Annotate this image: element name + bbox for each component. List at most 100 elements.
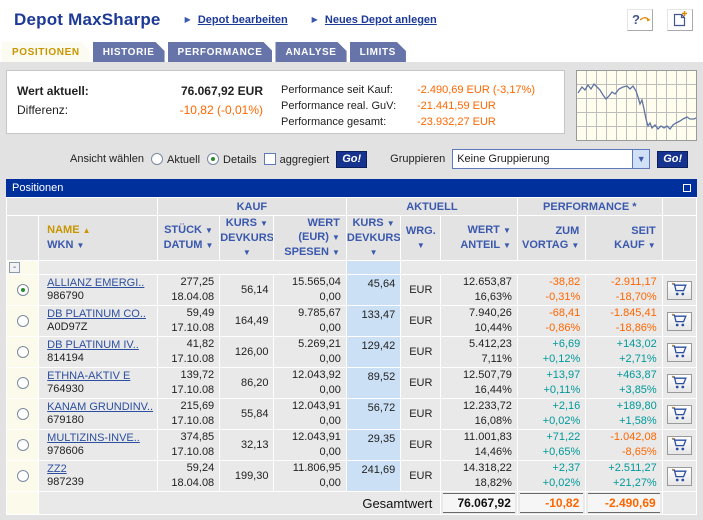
tab-historie[interactable]: HISTORIE — [93, 42, 165, 62]
sort-desc-icon[interactable]: ▼ — [206, 241, 214, 250]
page-title: Depot MaxSharpe — [14, 10, 161, 30]
sort-desc-icon[interactable]: ▼ — [370, 248, 378, 257]
radio-details[interactable]: Details — [207, 153, 257, 166]
link-label[interactable]: Neues Depot anlegen — [325, 14, 437, 26]
order-cart-button[interactable] — [667, 405, 692, 424]
cell-seit-kauf: +189,80+1,58% — [586, 399, 662, 430]
position-name-link[interactable]: DB PLATINUM IV.. — [47, 339, 139, 351]
tab-bar: POSITIONEN HISTORIE PERFORMANCE ANALYSE … — [0, 38, 703, 62]
row-select-radio[interactable] — [7, 368, 39, 399]
total-seit-kauf-cell: -2.490,69 — [586, 492, 662, 515]
order-cart-button[interactable] — [667, 343, 692, 362]
link-depot-bearbeiten[interactable]: ▶ Depot bearbeiten — [185, 14, 288, 26]
order-cart-button[interactable] — [667, 374, 692, 393]
row-select-radio[interactable] — [7, 430, 39, 461]
tab-positionen[interactable]: POSITIONEN — [2, 42, 90, 62]
sort-desc-icon[interactable]: ▼ — [648, 241, 656, 250]
positions-panel-header: Positionen — [6, 179, 697, 197]
cell-zum-vortag: +2,37+0,02% — [517, 461, 585, 492]
cell-wert-anteil: 7.940,2610,44% — [441, 306, 517, 337]
gruppieren-select[interactable]: Keine Gruppierung ▼ — [452, 149, 650, 169]
cell-cart — [662, 430, 696, 461]
cell-seit-kauf: -1.845,41-18,86% — [586, 306, 662, 337]
cell-cart — [662, 461, 696, 492]
summary-left: Wert aktuell: 76.067,92 EUR Differenz: -… — [17, 82, 269, 125]
cell-zum-vortag: -68,41-0,86% — [517, 306, 585, 337]
col-header-kurs-devkurs: KURS ▼ DEVKURS ▼ — [220, 216, 274, 261]
sort-desc-icon[interactable]: ▼ — [260, 219, 268, 228]
link-neues-depot-anlegen[interactable]: ▶ Neues Depot anlegen — [312, 14, 437, 26]
radio-selected-icon[interactable] — [207, 153, 219, 165]
sort-desc-icon[interactable]: ▼ — [77, 241, 85, 250]
tab-performance[interactable]: PERFORMANCE — [168, 42, 273, 62]
sort-desc-icon[interactable]: ▼ — [417, 241, 425, 250]
position-name-link[interactable]: ETHNA-AKTIV E — [47, 370, 130, 382]
summary-box: Wert aktuell: 76.067,92 EUR Differenz: -… — [6, 70, 565, 134]
sort-name[interactable]: NAME — [47, 224, 79, 236]
sort-desc-icon[interactable]: ▼ — [503, 226, 511, 235]
cell-cart — [662, 306, 696, 337]
collapse-panel-icon[interactable] — [683, 184, 691, 192]
chevron-down-icon[interactable]: ▼ — [632, 150, 649, 168]
position-name-link[interactable]: ZZ2 — [47, 463, 67, 475]
cell-kurs-aktuell: 29,35 — [346, 430, 400, 461]
cell-kurs-aktuell: 89,52 — [346, 368, 400, 399]
order-cart-button[interactable] — [667, 281, 692, 300]
tab-analyse[interactable]: ANALYSE — [275, 42, 346, 62]
table-row: ALLIANZ EMERGI..986790277,2518.04.0856,1… — [7, 275, 697, 306]
position-name-link[interactable]: ALLIANZ EMERGI.. — [47, 277, 144, 289]
sort-wkn[interactable]: WKN — [47, 239, 73, 251]
sort-desc-icon[interactable]: ▼ — [503, 241, 511, 250]
row-select-radio[interactable] — [7, 306, 39, 337]
cell-wert-spesen: 12.043,910,00 — [274, 399, 346, 430]
radio-details-label: Details — [223, 154, 257, 166]
new-depot-button[interactable] — [667, 9, 693, 31]
cell-stueck-datum: 41,8217.10.08 — [157, 337, 219, 368]
cell-kurs-aktuell: 241,69 — [346, 461, 400, 492]
row-select-radio[interactable] — [7, 337, 39, 368]
select-value: Keine Gruppierung — [453, 153, 632, 165]
total-cart-spacer — [662, 492, 696, 515]
checkbox-aggregiert[interactable]: aggregiert — [264, 153, 330, 166]
question-icon: ? — [632, 12, 640, 27]
checkbox-icon[interactable] — [264, 153, 276, 165]
sort-desc-icon[interactable]: ▼ — [332, 233, 340, 242]
sort-desc-icon[interactable]: ▼ — [243, 248, 251, 257]
perf-label: Performance seit Kauf: — [281, 82, 417, 98]
gruppieren-go-button[interactable]: Go! — [657, 151, 688, 168]
group-header-cart — [662, 198, 696, 216]
position-name-link[interactable]: DB PLATINUM CO.. — [47, 308, 146, 320]
cell-name-wkn: ETHNA-AKTIV E764930 — [39, 368, 158, 399]
row-select-radio[interactable] — [7, 461, 39, 492]
perf-value: -21.441,59 EUR — [417, 98, 496, 114]
help-button[interactable]: ? — [627, 9, 653, 31]
sort-desc-icon[interactable]: ▼ — [571, 241, 579, 250]
collapse-group-icon[interactable]: - — [9, 262, 20, 273]
perf-label: Performance real. GuV: — [281, 98, 417, 114]
radio-aktuell[interactable]: Aktuell — [151, 153, 200, 166]
order-cart-button[interactable] — [667, 312, 692, 331]
ansicht-waehlen-label: Ansicht wählen — [70, 153, 144, 165]
ansicht-go-button[interactable]: Go! — [336, 151, 367, 168]
order-cart-button[interactable] — [667, 467, 692, 486]
position-name-link[interactable]: KANAM GRUNDINV.. — [47, 401, 153, 413]
order-cart-button[interactable] — [667, 436, 692, 455]
cell-zum-vortag: +2,16+0,02% — [517, 399, 585, 430]
sort-desc-icon[interactable]: ▼ — [387, 219, 395, 228]
sort-desc-icon[interactable]: ▼ — [205, 226, 213, 235]
cell-kurs-kauf: 126,00 — [220, 337, 274, 368]
sort-asc-icon[interactable]: ▲ — [83, 226, 91, 235]
tab-limits[interactable]: LIMITS — [350, 42, 406, 62]
link-label[interactable]: Depot bearbeiten — [198, 14, 288, 26]
cell-kurs-aktuell: 129,42 — [346, 337, 400, 368]
cell-wert-spesen: 12.043,910,00 — [274, 430, 346, 461]
performance-sparkline — [576, 70, 697, 141]
sort-desc-icon[interactable]: ▼ — [332, 248, 340, 257]
row-select-radio[interactable] — [7, 399, 39, 430]
row-select-radio[interactable] — [7, 275, 39, 306]
position-name-link[interactable]: MULTIZINS-INVE.. — [47, 432, 140, 444]
arrow-right-icon: ▶ — [312, 15, 318, 24]
summary-performance: Performance seit Kauf: -2.490,69 EUR (-3… — [269, 82, 552, 125]
panel-title: Positionen — [12, 182, 63, 194]
radio-icon[interactable] — [151, 153, 163, 165]
